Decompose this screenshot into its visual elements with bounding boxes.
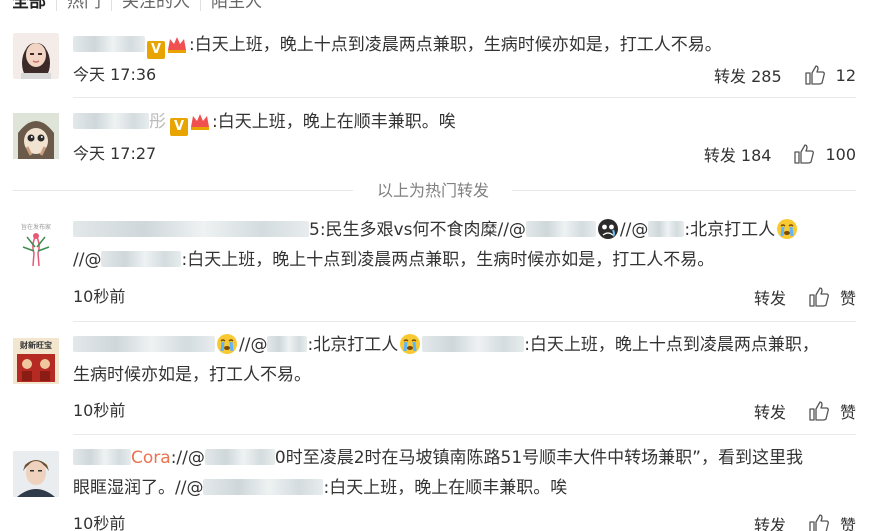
timestamp: 10秒前 [73, 287, 126, 306]
like-label: 赞 [839, 516, 856, 531]
repost-button[interactable]: 转发 184 [704, 142, 772, 166]
like-label: 赞 [839, 289, 856, 308]
thumbs-up-icon [804, 65, 825, 85]
timestamp: 今天 17:27 [73, 144, 157, 163]
tab-following[interactable]: 关注的人 [112, 0, 201, 11]
tab-all[interactable]: 全部 [12, 0, 57, 11]
repost-button[interactable]: 转发 285 [714, 63, 782, 87]
repost-text: :白天上班，晚上在顺丰兼职。唉 [323, 478, 568, 498]
nickname[interactable]: Cora [131, 448, 171, 468]
like-button[interactable]: 赞 [808, 512, 856, 531]
avatar[interactable] [13, 113, 59, 159]
like-button[interactable]: 12 [804, 64, 856, 86]
comment-text: :白天上班，晚上十点到凌晨两点兼职，生病时候亦如是，打工人不易。 [189, 35, 722, 55]
comment-content: V :白天上班，晚上十点到凌晨两点兼职，生病时候亦如是，打工人不易。 [73, 30, 856, 60]
blurred-mention[interactable] [203, 479, 324, 495]
repost-button[interactable]: 转发 [754, 399, 786, 423]
comment-item: Cora://@ 0时至凌晨2时在马坡镇南陈路51号顺丰大件中转场兼职”，看到这里… [0, 443, 880, 531]
repost-text: :白天上班，晚上十点到凌晨两点兼职， [524, 335, 819, 355]
like-button[interactable]: 赞 [808, 285, 856, 309]
thumbs-up-icon [809, 514, 829, 531]
blurred-mention[interactable] [648, 221, 685, 237]
repost-text: 生病时候亦如是，打工人不易。 [73, 365, 311, 385]
comment-item: 彤 V :白天上班，晚上在顺丰兼职。唉 今天 17:27 转发 184 100 [0, 107, 880, 177]
crying-emoji-icon [597, 219, 618, 239]
blurred-mention[interactable] [101, 251, 182, 267]
crown-icon [168, 37, 186, 53]
repost-text: :北京打工人 [684, 220, 776, 240]
like-label: 赞 [839, 403, 856, 422]
blurred-nickname[interactable] [73, 449, 131, 465]
thumbs-up-icon [794, 144, 815, 164]
avatar[interactable] [13, 451, 59, 497]
like-button[interactable]: 100 [793, 143, 856, 165]
comment-text: :白天上班，晚上在顺丰兼职。唉 [212, 112, 456, 132]
avatar[interactable] [13, 33, 59, 79]
thumbs-up-icon [809, 401, 829, 421]
avatar[interactable]: 旨在发布家 [13, 223, 59, 269]
comment-content: //@ :北京打工人 :白天上班，晚上十点到凌晨两点兼职， 生病时候亦如是，打工人不… [73, 330, 856, 390]
repost-text: 0时至凌晨2时在马坡镇南陈路51号顺丰大件中转场兼职”，看到这里我 [274, 448, 803, 468]
tab-strangers[interactable]: 陌生人 [201, 0, 272, 11]
verified-icon: V [170, 118, 188, 136]
repost-text: 眼眶湿润了。//@ [73, 478, 204, 498]
filter-tabs: 全部 热门 关注的人 陌生人 [12, 0, 272, 14]
comment-content: Cora://@ 0时至凌晨2时在马坡镇南陈路51号顺丰大件中转场兼职”，看到这里… [73, 443, 856, 503]
comment-meta: 今天 17:27 转发 184 100 [73, 142, 856, 166]
repost-text: 5:民生多艰vs何不食肉糜//@ [309, 220, 526, 240]
thumbs-up-icon [809, 287, 829, 307]
verified-icon: V [147, 41, 165, 59]
crying-face-icon [777, 219, 798, 239]
blurred-mention[interactable] [267, 336, 308, 352]
blurred-nickname[interactable] [73, 113, 149, 129]
repost-separator: //@ [619, 220, 649, 240]
like-count: 100 [825, 144, 856, 164]
repost-separator: //@ [73, 250, 102, 270]
repost-button[interactable]: 转发 [754, 285, 786, 309]
comment-content: 5:民生多艰vs何不食肉糜//@ //@ :北京打工人 //@ :白天上班，晚上十点到… [73, 215, 856, 275]
blurred-mention[interactable] [525, 221, 596, 237]
crying-face-icon [217, 334, 237, 354]
like-count: 12 [835, 65, 856, 85]
timestamp: 今天 17:36 [73, 65, 157, 84]
blurred-text [73, 336, 215, 352]
repost-text: :北京打工人 [307, 335, 399, 355]
blurred-nickname[interactable] [73, 36, 145, 52]
tab-hot[interactable]: 热门 [57, 0, 112, 11]
repost-text: :白天上班，晚上十点到凌晨两点兼职，生病时候亦如是，打工人不易。 [181, 250, 715, 270]
crying-face-icon [400, 334, 421, 354]
avatar-caption: 旨在发布家 [20, 224, 51, 231]
timestamp: 10秒前 [73, 514, 126, 531]
divider [73, 434, 856, 435]
blurred-text [73, 221, 309, 237]
repost-separator: //@ [239, 335, 268, 355]
repost-separator: ://@ [170, 448, 205, 468]
comment-item: 旨在发布家 5:民生多艰vs何不食肉糜//@ //@ :北京打工人 //@ :白天上班… [0, 215, 880, 315]
comment-meta: 10秒前 转发 赞 [73, 512, 856, 531]
divider [73, 321, 856, 322]
hot-reposts-label: 以上为热门转发 [376, 181, 489, 200]
nickname-tail[interactable]: 彤 [149, 112, 166, 132]
divider [73, 97, 856, 98]
repost-button[interactable]: 转发 [754, 512, 786, 531]
timestamp: 10秒前 [73, 401, 126, 420]
comment-meta: 今天 17:36 转发 285 12 [73, 63, 856, 87]
avatar-caption: 财新旺宝 [20, 341, 52, 350]
comment-content: 彤 V :白天上班，晚上在顺丰兼职。唉 [73, 107, 856, 137]
hot-divider-line-right [512, 190, 856, 191]
like-button[interactable]: 赞 [808, 399, 856, 423]
comment-meta: 10秒前 转发 赞 [73, 285, 856, 309]
comment-item: V :白天上班，晚上十点到凌晨两点兼职，生病时候亦如是，打工人不易。 今天 17:… [0, 30, 880, 100]
avatar[interactable]: 财新旺宝 [13, 338, 59, 384]
comment-item: 财新旺宝 //@ :北京打工人 :白天上班，晚上十点到凌晨两点兼职， 生病时候亦如是… [0, 330, 880, 430]
crown-icon [191, 114, 209, 130]
blurred-mention[interactable] [204, 449, 275, 465]
comment-meta: 10秒前 转发 赞 [73, 399, 856, 423]
blurred-mention[interactable] [422, 336, 525, 352]
